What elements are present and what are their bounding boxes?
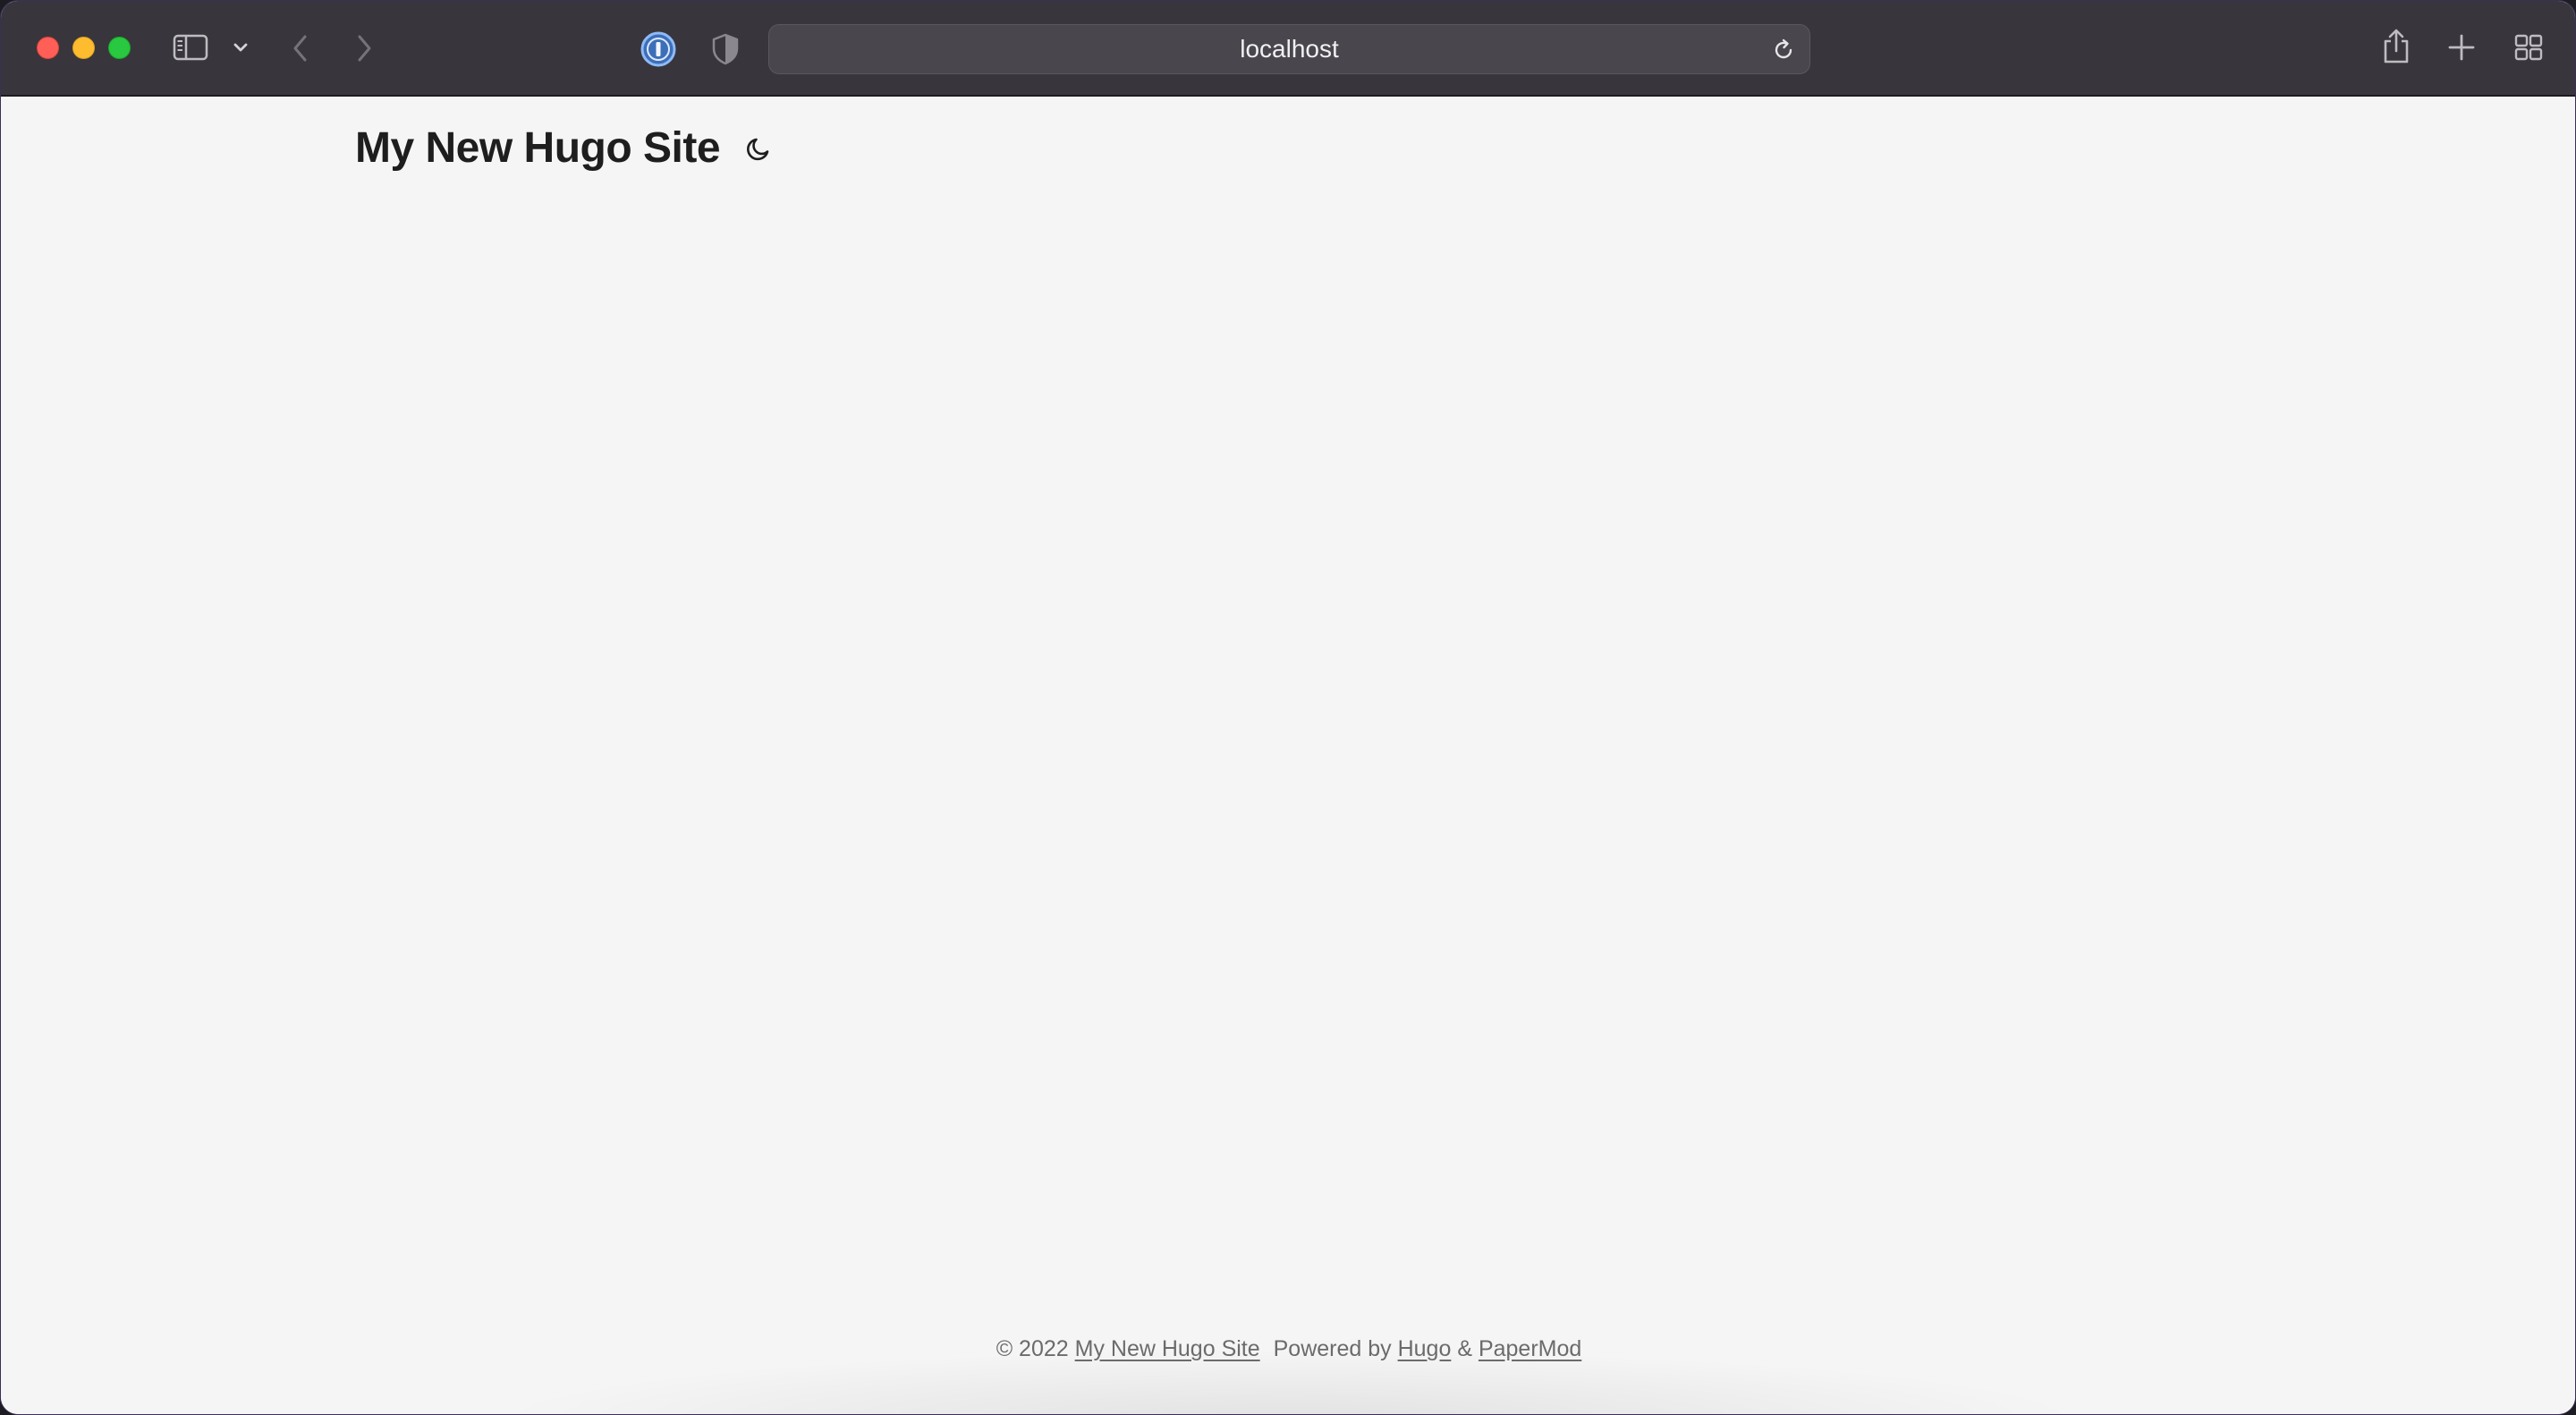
footer-copyright: © 2022 (996, 1336, 1069, 1361)
chevron-left-icon[interactable] (289, 33, 312, 64)
plus-icon[interactable] (2447, 33, 2476, 62)
shield-icon[interactable] (710, 32, 741, 66)
site-header: My New Hugo Site (355, 123, 774, 173)
browser-toolbar: localhost (1, 1, 2575, 97)
grid-icon[interactable] (2514, 33, 2543, 62)
site-title-link[interactable]: My New Hugo Site (355, 123, 721, 173)
chevron-right-icon[interactable] (352, 33, 376, 64)
share-icon[interactable] (2380, 28, 2412, 65)
reload-icon[interactable] (1770, 37, 1797, 64)
site-footer: © 2022 My New Hugo Site Powered by Hugo … (1, 1336, 2575, 1362)
browser-window: localhost My New Hugo Site © 2022 My New… (0, 0, 2576, 1415)
footer-powered-by: Powered by (1273, 1336, 1392, 1361)
minimize-window-button[interactable] (72, 37, 95, 59)
address-text: localhost (1240, 35, 1339, 63)
footer-papermod-link[interactable]: PaperMod (1479, 1336, 1581, 1361)
footer-ampersand: & (1457, 1336, 1472, 1361)
onepassword-icon[interactable] (640, 30, 677, 68)
sidebar-icon[interactable] (173, 33, 208, 62)
web-page: My New Hugo Site © 2022 My New Hugo Site… (1, 97, 2575, 1414)
footer-site-link[interactable]: My New Hugo Site (1075, 1336, 1260, 1361)
chevron-down-icon[interactable] (232, 38, 250, 56)
footer-hugo-link[interactable]: Hugo (1398, 1336, 1452, 1361)
zoom-window-button[interactable] (108, 37, 131, 59)
moon-icon[interactable] (743, 133, 774, 164)
address-bar[interactable]: localhost (768, 24, 1810, 74)
close-window-button[interactable] (37, 37, 59, 59)
